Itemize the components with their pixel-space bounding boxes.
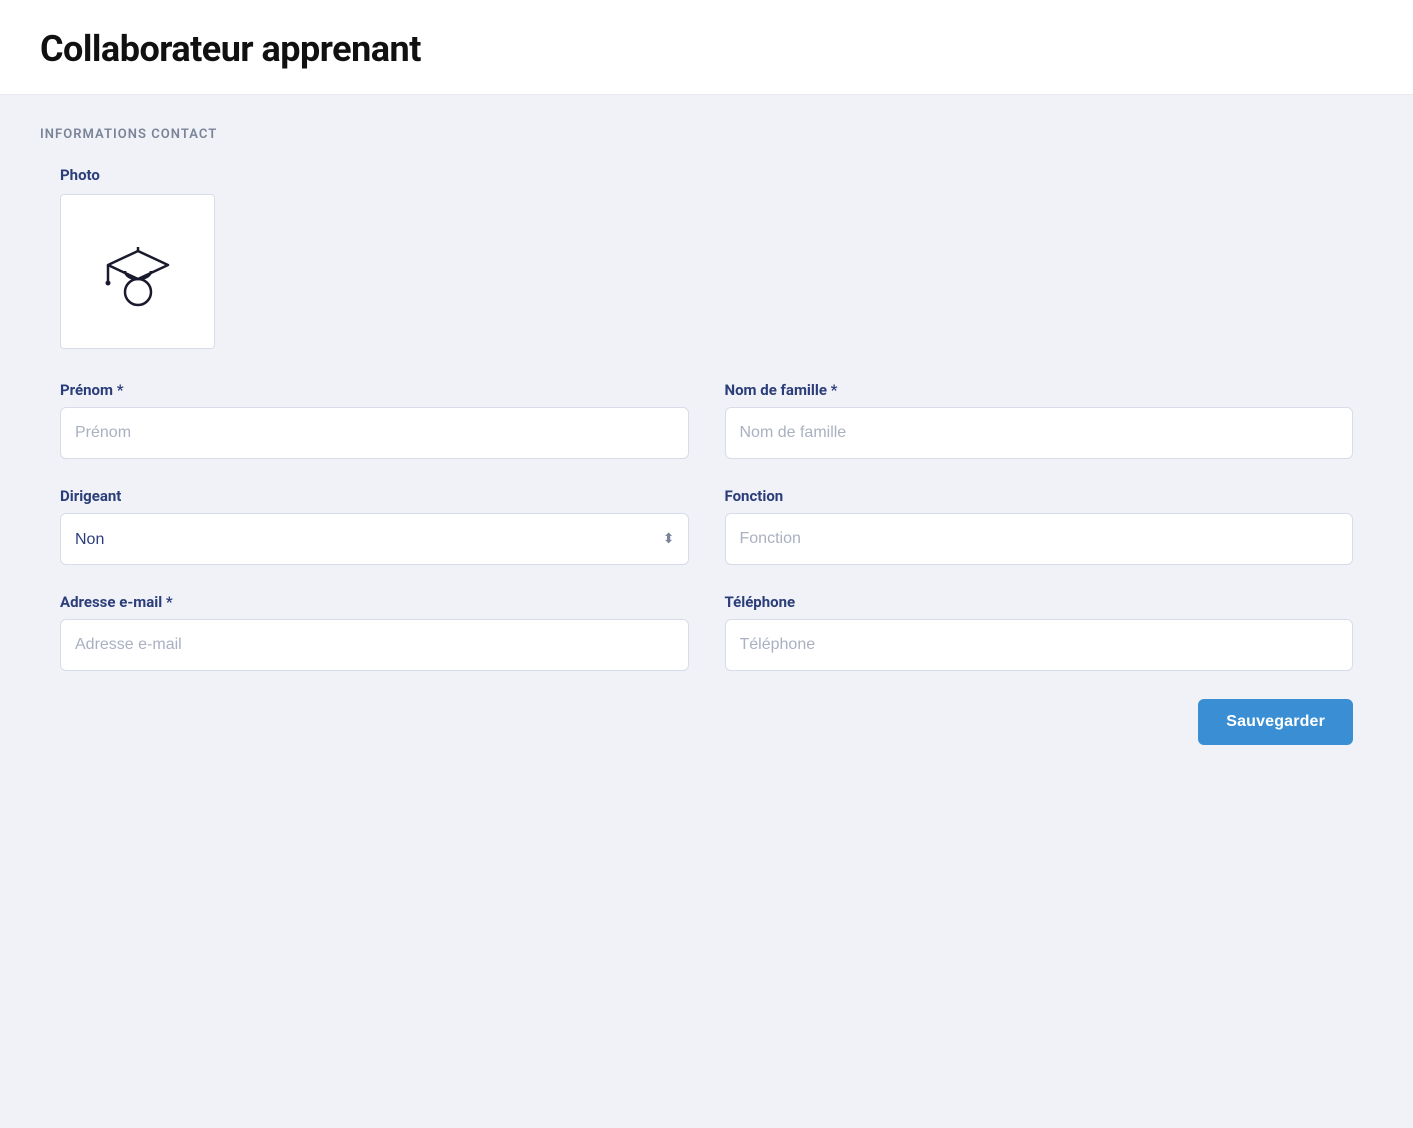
form-row-2: Dirigeant Non Oui ⬍ Fonction — [60, 487, 1353, 565]
form-row-3: Adresse e-mail * Téléphone — [60, 593, 1353, 671]
dirigeant-label: Dirigeant — [60, 487, 689, 505]
prenom-group: Prénom * — [60, 381, 689, 459]
dirigeant-select[interactable]: Non Oui — [60, 513, 689, 565]
dirigeant-select-wrapper: Non Oui ⬍ — [60, 513, 689, 565]
photo-box[interactable] — [60, 194, 215, 349]
email-group: Adresse e-mail * — [60, 593, 689, 671]
form-container: Photo Prénom * — [40, 166, 1373, 745]
section-label: INFORMATIONS CONTACT — [40, 127, 1373, 142]
telephone-input[interactable] — [725, 619, 1354, 671]
graduation-icon — [103, 237, 173, 307]
page-header: Collaborateur apprenant — [0, 0, 1413, 95]
nom-famille-input[interactable] — [725, 407, 1354, 459]
dirigeant-group: Dirigeant Non Oui ⬍ — [60, 487, 689, 565]
email-label: Adresse e-mail * — [60, 593, 689, 611]
page-title: Collaborateur apprenant — [40, 28, 1373, 70]
telephone-group: Téléphone — [725, 593, 1354, 671]
fonction-input[interactable] — [725, 513, 1354, 565]
fonction-label: Fonction — [725, 487, 1354, 505]
nom-famille-group: Nom de famille * — [725, 381, 1354, 459]
prenom-label: Prénom * — [60, 381, 689, 399]
page-content: INFORMATIONS CONTACT Photo — [0, 95, 1413, 1128]
form-row-1: Prénom * Nom de famille * — [60, 381, 1353, 459]
nom-famille-label: Nom de famille * — [725, 381, 1354, 399]
prenom-input[interactable] — [60, 407, 689, 459]
photo-label: Photo — [60, 166, 1353, 184]
save-row: Sauvegarder — [60, 699, 1353, 745]
save-button[interactable]: Sauvegarder — [1198, 699, 1353, 745]
email-input[interactable] — [60, 619, 689, 671]
fonction-group: Fonction — [725, 487, 1354, 565]
telephone-label: Téléphone — [725, 593, 1354, 611]
photo-section: Photo — [60, 166, 1353, 349]
